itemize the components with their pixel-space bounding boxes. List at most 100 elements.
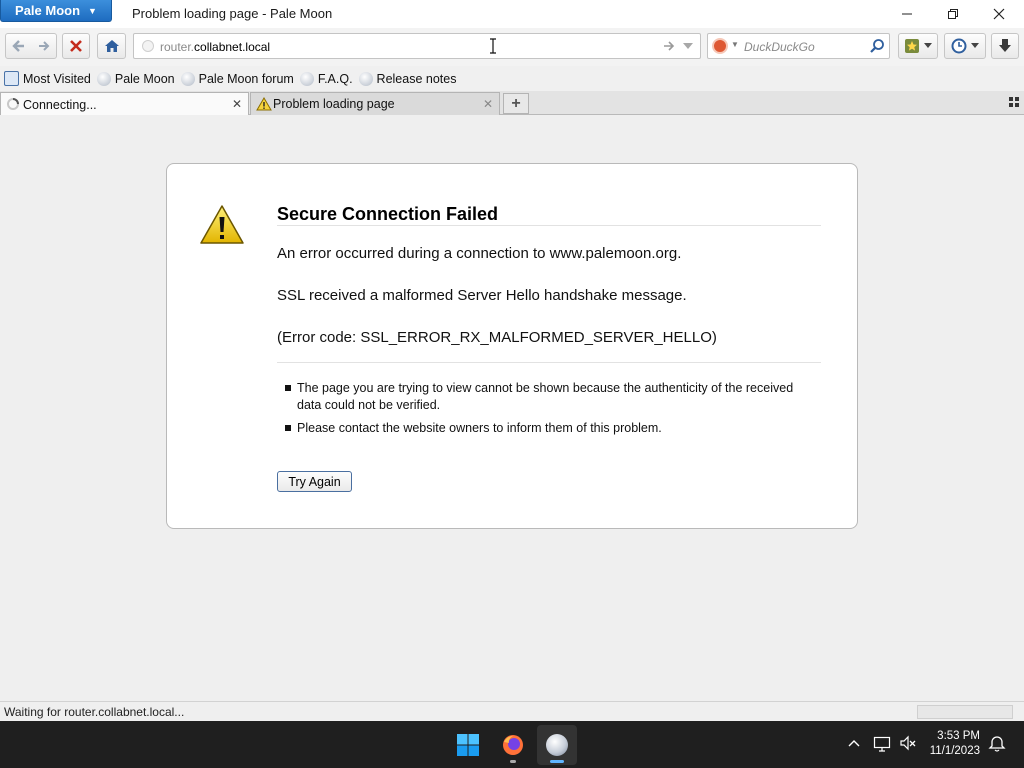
go-arrow-icon[interactable] bbox=[662, 38, 676, 57]
downloads-button[interactable] bbox=[991, 33, 1019, 59]
window-title: Problem loading page - Pale Moon bbox=[132, 6, 333, 21]
page-content: Secure Connection Failed An error occurr… bbox=[0, 115, 1024, 701]
back-button[interactable] bbox=[6, 34, 32, 58]
search-placeholder: DuckDuckGo bbox=[744, 40, 815, 54]
restore-button[interactable] bbox=[930, 0, 976, 28]
close-tab-icon[interactable]: ✕ bbox=[232, 97, 242, 111]
error-title: Secure Connection Failed bbox=[277, 204, 499, 224]
globe-icon bbox=[299, 71, 314, 86]
tab-label: Connecting... bbox=[23, 97, 97, 112]
taskbar-firefox[interactable] bbox=[493, 725, 533, 765]
taskbar: 3:53 PM 11/1/2023 bbox=[0, 721, 1024, 768]
warning-icon bbox=[200, 205, 244, 244]
bookmarks-star-icon bbox=[905, 39, 919, 53]
divider bbox=[277, 225, 821, 226]
download-arrow-icon bbox=[999, 39, 1011, 52]
bookmark-faq[interactable]: F.A.Q. bbox=[299, 71, 353, 86]
bookmark-label: Most Visited bbox=[23, 71, 91, 86]
progress-indicator bbox=[917, 705, 1013, 719]
minimize-icon bbox=[902, 13, 912, 15]
tab-problem-loading[interactable]: Problem loading page ✕ bbox=[250, 92, 500, 115]
clock-time: 3:53 PM bbox=[937, 730, 980, 742]
chevron-up-icon[interactable] bbox=[848, 738, 860, 748]
most-visited-icon bbox=[4, 71, 19, 86]
close-tab-icon[interactable]: ✕ bbox=[483, 97, 493, 111]
back-arrow-icon bbox=[12, 40, 24, 52]
title-bar: Pale Moon ▼ Problem loading page - Pale … bbox=[0, 0, 1024, 28]
bookmark-label: F.A.Q. bbox=[317, 71, 353, 86]
pale-moon-icon bbox=[546, 734, 568, 756]
error-help-list: The page you are trying to view cannot b… bbox=[285, 380, 795, 443]
bookmark-pale-moon[interactable]: Pale Moon bbox=[96, 71, 175, 86]
search-bar[interactable]: ▼ DuckDuckGo bbox=[707, 33, 890, 59]
divider bbox=[277, 362, 821, 363]
history-menu-button[interactable] bbox=[944, 33, 986, 59]
home-icon bbox=[104, 40, 119, 52]
app-menu-button[interactable]: Pale Moon ▼ bbox=[0, 0, 112, 22]
home-button[interactable] bbox=[97, 33, 126, 59]
plus-icon: + bbox=[511, 94, 521, 112]
notification-icon[interactable] bbox=[988, 735, 1006, 753]
url-domain: collabnet.local bbox=[194, 40, 271, 54]
status-text: Waiting for router.collabnet.local... bbox=[4, 705, 185, 719]
duckduckgo-icon[interactable] bbox=[712, 38, 728, 54]
close-window-button[interactable] bbox=[976, 0, 1022, 28]
status-bar: Waiting for router.collabnet.local... bbox=[0, 701, 1024, 721]
loading-icon bbox=[7, 98, 19, 110]
tab-connecting[interactable]: Connecting... ✕ bbox=[0, 92, 249, 116]
globe-icon bbox=[358, 71, 373, 86]
chevron-down-icon: ▼ bbox=[88, 5, 97, 16]
firefox-icon bbox=[503, 735, 523, 755]
search-icon[interactable] bbox=[869, 38, 885, 57]
url-prefix: router. bbox=[160, 40, 195, 54]
site-identity-icon bbox=[142, 40, 154, 52]
error-message-line: An error occurred during a connection to… bbox=[277, 245, 682, 262]
active-indicator bbox=[550, 760, 564, 763]
bookmark-label: Release notes bbox=[376, 71, 457, 86]
bookmarks-menu-button[interactable] bbox=[898, 33, 938, 59]
bookmark-pale-moon-forum[interactable]: Pale Moon forum bbox=[180, 71, 294, 86]
navigation-toolbar: router.collabnet.local ▼ DuckDuckGo bbox=[0, 28, 1024, 66]
list-item: The page you are trying to view cannot b… bbox=[285, 380, 795, 414]
text-cursor-icon bbox=[490, 38, 496, 54]
bookmark-most-visited[interactable]: Most Visited bbox=[4, 71, 91, 86]
app-menu-label: Pale Moon bbox=[15, 3, 81, 18]
warning-icon bbox=[256, 97, 272, 111]
globe-icon bbox=[180, 71, 195, 86]
minimize-button[interactable] bbox=[884, 0, 930, 28]
start-button[interactable] bbox=[448, 725, 488, 765]
volume-muted-icon[interactable] bbox=[899, 735, 917, 753]
restore-icon bbox=[948, 9, 958, 19]
new-tab-button[interactable]: + bbox=[503, 93, 529, 114]
chevron-down-icon bbox=[971, 43, 979, 48]
error-message-line: SSL received a malformed Server Hello ha… bbox=[277, 287, 687, 304]
running-indicator bbox=[510, 760, 516, 763]
windows-logo-icon bbox=[457, 734, 479, 756]
list-all-tabs-icon[interactable] bbox=[1009, 97, 1019, 107]
bookmark-release-notes[interactable]: Release notes bbox=[358, 71, 457, 86]
bookmarks-toolbar: Most Visited Pale Moon Pale Moon forum F… bbox=[0, 66, 1024, 91]
url-history-dropdown-icon[interactable] bbox=[682, 38, 694, 57]
url-bar[interactable]: router.collabnet.local bbox=[133, 33, 701, 59]
system-clock[interactable]: 3:53 PM 11/1/2023 bbox=[928, 729, 980, 759]
tab-label: Problem loading page bbox=[273, 97, 395, 111]
error-code: (Error code: SSL_ERROR_RX_MALFORMED_SERV… bbox=[277, 329, 717, 346]
close-icon bbox=[993, 8, 1005, 20]
network-icon[interactable] bbox=[873, 735, 891, 753]
bookmark-label: Pale Moon forum bbox=[198, 71, 294, 86]
try-again-button[interactable]: Try Again bbox=[277, 471, 352, 492]
clock-icon bbox=[951, 38, 967, 54]
stop-icon bbox=[70, 40, 82, 52]
error-panel: Secure Connection Failed An error occurr… bbox=[166, 163, 858, 529]
forward-button[interactable] bbox=[32, 34, 56, 58]
forward-arrow-icon bbox=[39, 41, 50, 51]
clock-date: 11/1/2023 bbox=[929, 745, 980, 757]
globe-icon bbox=[96, 71, 111, 86]
tab-strip: Connecting... ✕ Problem loading page ✕ + bbox=[0, 91, 1024, 116]
back-forward-group bbox=[5, 33, 57, 59]
stop-button[interactable] bbox=[62, 33, 90, 59]
chevron-down-icon: ▼ bbox=[731, 40, 739, 49]
taskbar-pale-moon[interactable] bbox=[537, 725, 577, 765]
list-item: Please contact the website owners to inf… bbox=[285, 420, 795, 437]
bookmark-label: Pale Moon bbox=[114, 71, 175, 86]
